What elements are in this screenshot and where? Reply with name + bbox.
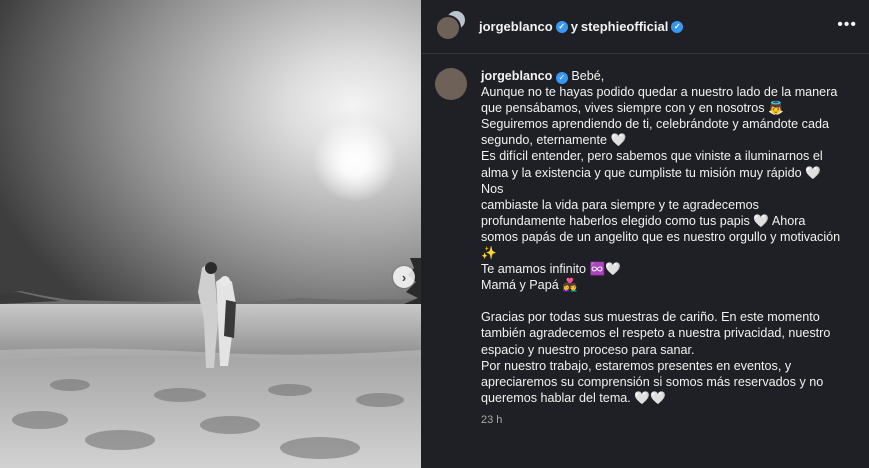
next-photo-button[interactable]: › — [393, 266, 415, 288]
caption-line: ✨ — [481, 246, 497, 261]
caption-text: Bebé, — [571, 69, 605, 83]
caption-line: somos papás de un angelito que es nuestr… — [481, 229, 841, 244]
post-authors: jorgeblanco ✓ y stephieofficial ✓ — [479, 19, 684, 34]
caption-line: alma y la existencia y que cumpliste tu … — [481, 165, 821, 196]
verified-badge-icon: ✓ — [555, 72, 568, 84]
caption-line: Es difícil entender, pero sabemos que vi… — [481, 149, 823, 164]
beach-photo-image — [0, 0, 421, 468]
caption: jorgeblanco ✓ Bebé, Aunque no te hayas p… — [421, 54, 869, 428]
chevron-right-icon: › — [401, 269, 407, 285]
caption-line: Aunque no te hayas podido quedar a nuest… — [481, 85, 838, 100]
caption-line: Te amamos infinito ♾️🤍 — [481, 262, 621, 277]
verified-badge-icon: ✓ — [555, 20, 568, 33]
header-username-jorgeblanco[interactable]: jorgeblanco — [479, 19, 553, 34]
caption-line: segundo, eternamente 🤍 — [481, 133, 627, 148]
post-header: jorgeblanco ✓ y stephieofficial ✓ ••• — [421, 0, 869, 54]
post-modal: › jorgeblanco ✓ y stephieofficial ✓ ••• … — [0, 0, 869, 468]
caption-line: Gracias por todas sus muestras de cariño… — [481, 310, 820, 325]
post-photo[interactable]: › — [0, 0, 421, 468]
authors-joiner: y — [570, 19, 578, 34]
avatar-jorgeblanco[interactable] — [435, 14, 461, 41]
collab-avatars[interactable] — [435, 8, 467, 43]
post-side-panel: jorgeblanco ✓ y stephieofficial ✓ ••• jo… — [421, 0, 869, 468]
caption-line: Seguiremos aprendiendo de ti, celebrándo… — [481, 117, 829, 132]
header-username-stephieofficial[interactable]: stephieofficial — [581, 19, 668, 34]
caption-line: que pensábamos, vives siempre con y en n… — [481, 101, 784, 116]
caption-avatar[interactable] — [435, 68, 467, 100]
caption-line: apreciaremos su comprensión si somos más… — [481, 374, 824, 389]
caption-body: jorgeblanco ✓ Bebé, Aunque no te hayas p… — [481, 68, 843, 428]
verified-badge-icon: ✓ — [671, 20, 684, 33]
caption-line: queremos hablar del tema. 🤍🤍 — [481, 390, 666, 405]
caption-line: Mamá y Papá 👩‍❤️‍👨 — [481, 278, 578, 293]
post-timestamp[interactable]: 23 h — [481, 412, 843, 428]
caption-line: también agradecemos el respeto a nuestra… — [481, 326, 831, 341]
caption-line: jorgeblanco ✓ Bebé, — [481, 68, 843, 84]
caption-line: espacio y nuestro proceso para sanar. — [481, 342, 695, 357]
caption-line: cambiaste la vida para siempre y te agra… — [481, 197, 759, 212]
caption-line: profundamente haberlos elegido como tus … — [481, 213, 806, 228]
caption-username[interactable]: jorgeblanco — [481, 69, 552, 83]
caption-line: Por nuestro trabajo, estaremos presentes… — [481, 358, 792, 373]
more-options-button[interactable]: ••• — [837, 16, 857, 34]
